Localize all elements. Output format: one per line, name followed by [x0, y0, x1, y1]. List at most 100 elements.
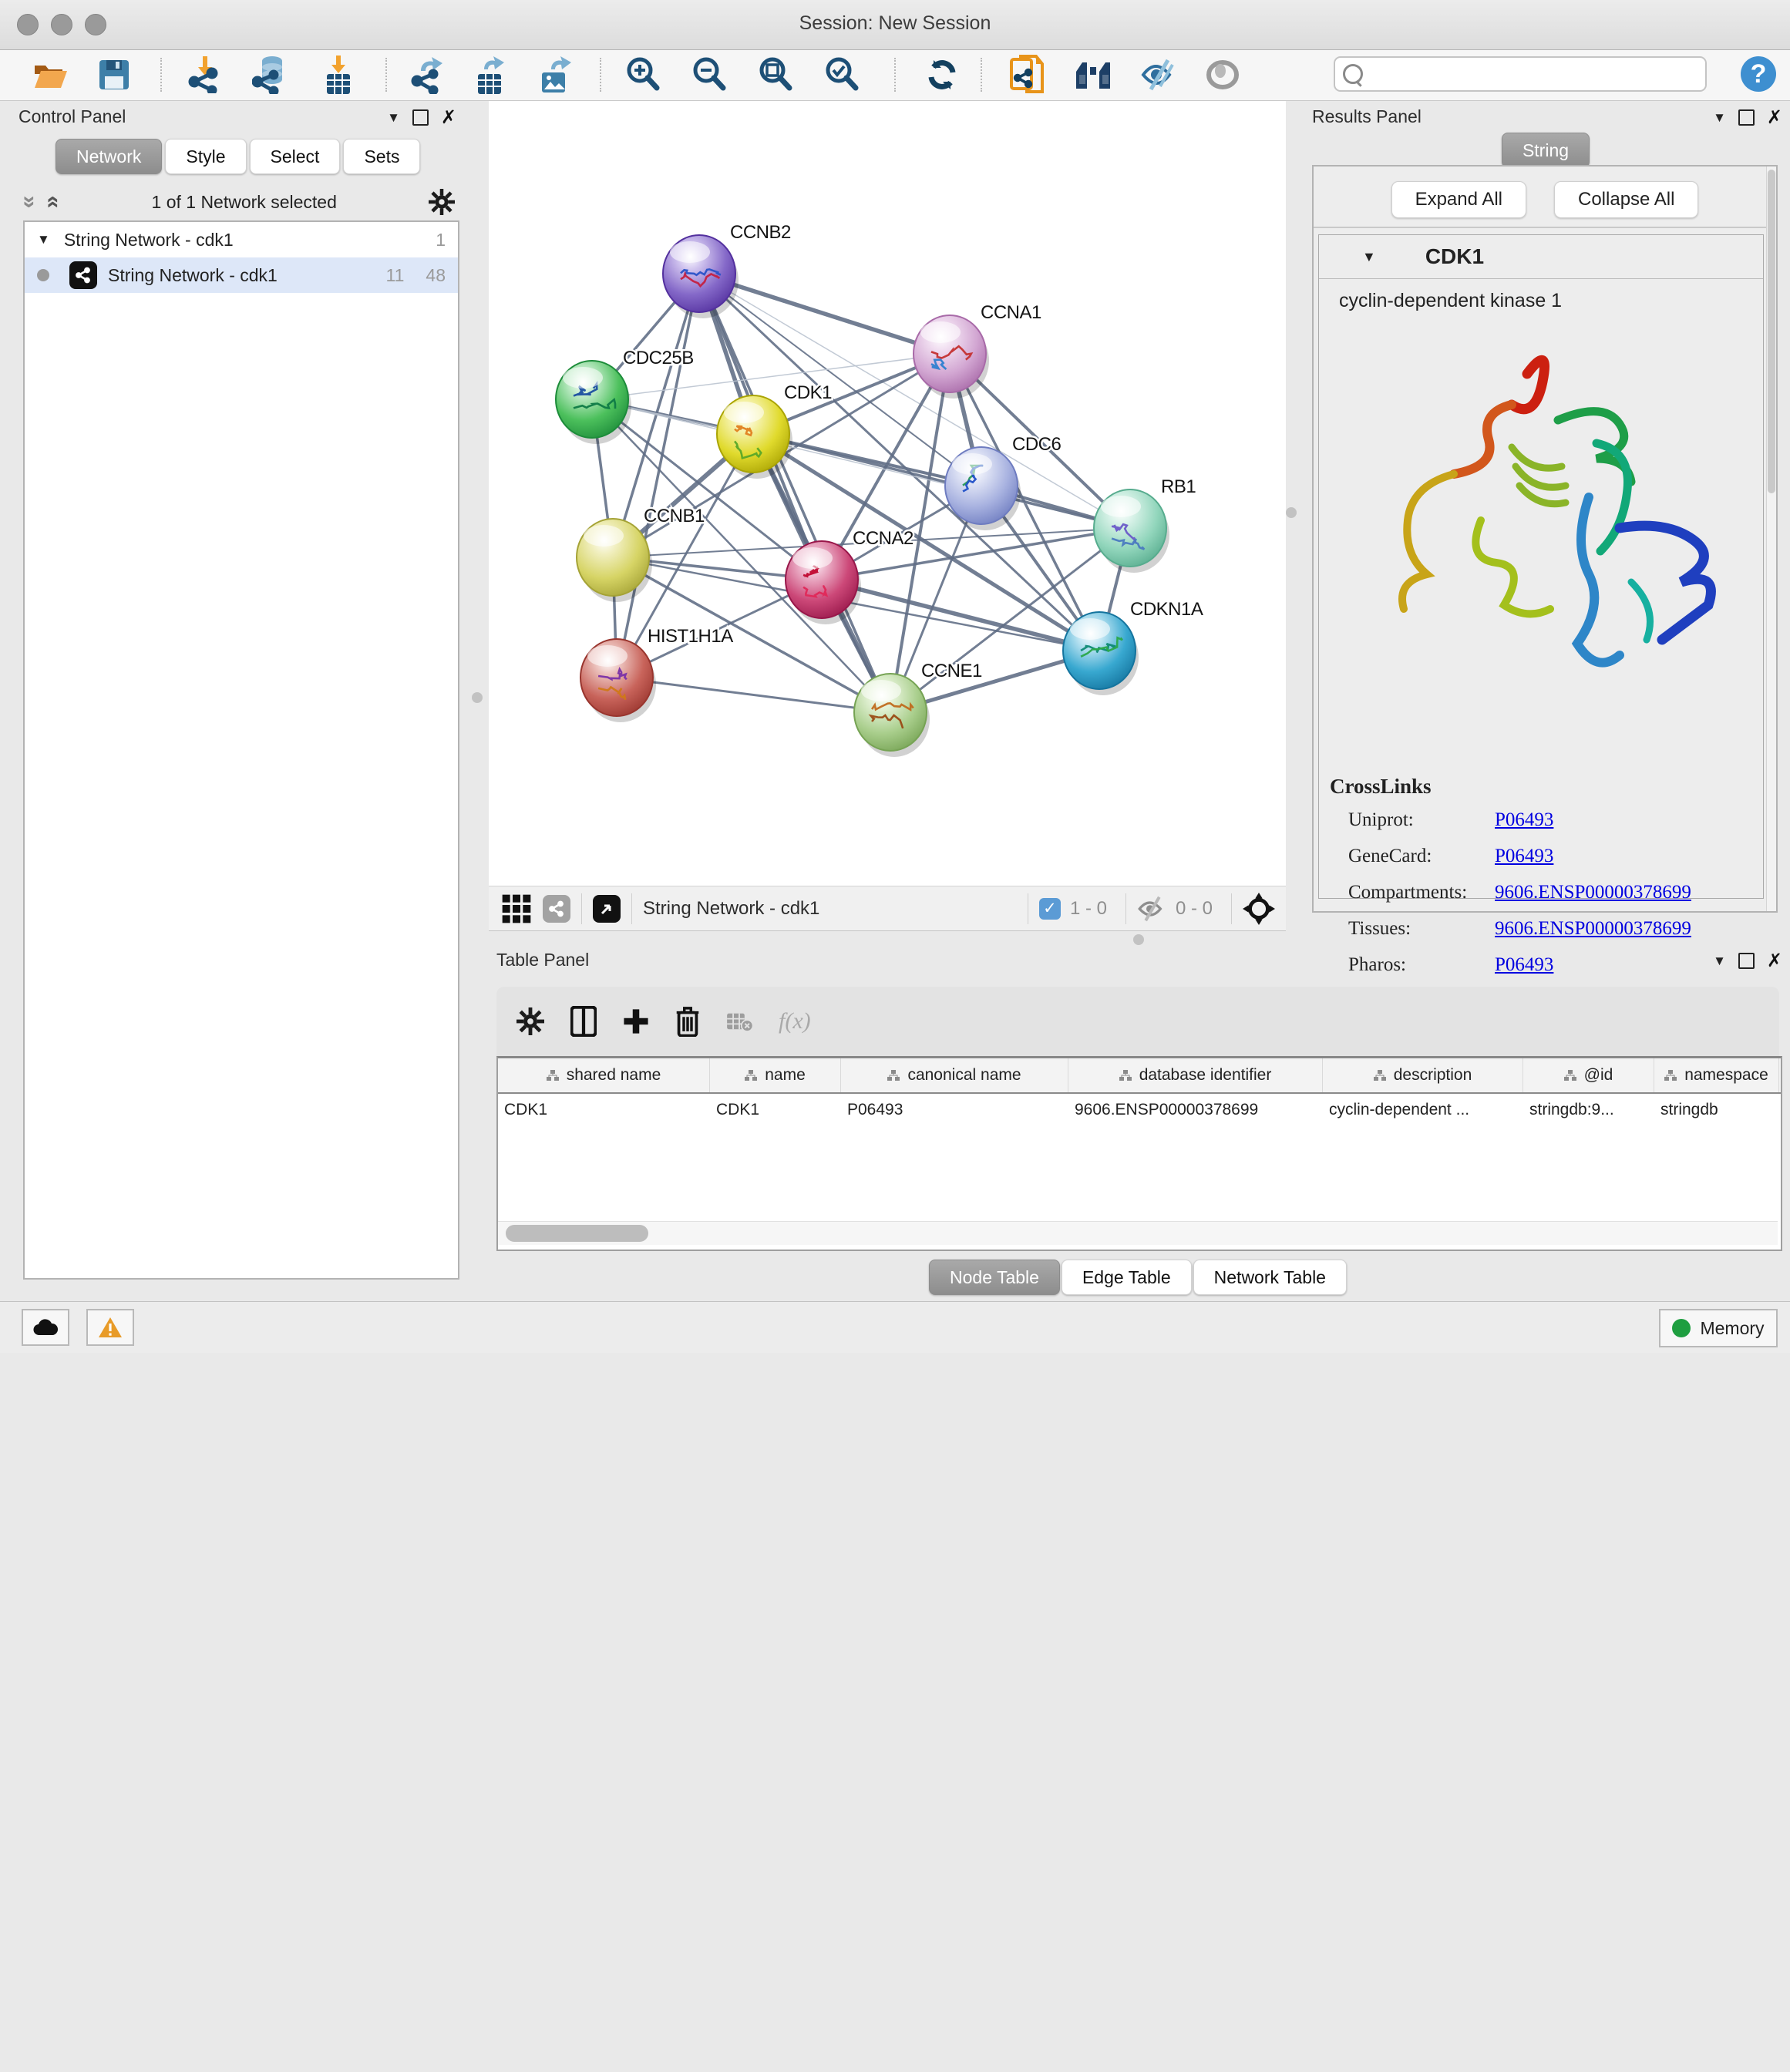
column-header-description[interactable]: description — [1323, 1058, 1523, 1092]
zoom-selected-button[interactable] — [822, 55, 862, 95]
maximize-table-icon[interactable] — [1738, 953, 1755, 969]
table-cell[interactable]: 9606.ENSP00000378699 — [1068, 1101, 1323, 1119]
node-CCNB2[interactable]: CCNB2 — [663, 222, 791, 318]
table-cell[interactable]: stringdb:9... — [1523, 1101, 1654, 1119]
hide-selected-button[interactable] — [1139, 55, 1179, 95]
refresh-view-button[interactable] — [922, 55, 962, 95]
node-RB1[interactable]: RB1 — [1094, 476, 1196, 573]
close-panel-icon[interactable]: ✗ — [441, 106, 456, 129]
tab-network[interactable]: Network — [56, 139, 162, 174]
import-network-file-button[interactable] — [185, 55, 225, 95]
table-cell[interactable]: CDK1 — [710, 1101, 841, 1119]
table-scrollbar-thumb[interactable] — [506, 1225, 648, 1242]
tab-select[interactable]: Select — [250, 139, 341, 174]
gene-section-header[interactable]: ▼ CDK1 — [1319, 235, 1763, 279]
import-table-file-button[interactable] — [318, 55, 358, 95]
node-CDKN1A[interactable]: CDKN1A — [1063, 599, 1203, 695]
tab-edge-table[interactable]: Edge Table — [1062, 1260, 1192, 1295]
selected-checkbox-icon[interactable]: ✓ — [1039, 898, 1061, 920]
column-header-database-identifier[interactable]: database identifier — [1068, 1058, 1323, 1092]
birdseye-toggle-icon[interactable] — [593, 895, 621, 923]
toolbar-search[interactable] — [1334, 56, 1707, 92]
node-HIST1H1A[interactable]: HIST1H1A — [580, 626, 733, 722]
float-table-icon[interactable]: ▼ — [1713, 954, 1726, 969]
table-cell[interactable]: stringdb — [1654, 1101, 1779, 1119]
close-results-icon[interactable]: ✗ — [1767, 106, 1782, 129]
network-row[interactable]: String Network - cdk1 11 48 — [25, 257, 458, 293]
tab-node-table[interactable]: Node Table — [929, 1260, 1060, 1295]
crosslink-link[interactable]: 9606.ENSP00000378699 — [1495, 882, 1691, 903]
edge-CCNB2-HIST1H1A[interactable] — [617, 274, 699, 678]
tab-style[interactable]: Style — [165, 139, 246, 174]
network-options-gear-icon[interactable] — [429, 189, 455, 215]
table-cell[interactable]: cyclin-dependent ... — [1323, 1101, 1523, 1119]
export-network-button[interactable] — [409, 55, 449, 95]
column-header-@id[interactable]: @id — [1523, 1058, 1654, 1092]
collapse-all-button[interactable]: Collapse All — [1554, 181, 1698, 218]
bottom-splitter-handle[interactable] — [1133, 934, 1144, 945]
tab-string[interactable]: String — [1502, 133, 1590, 168]
crosslink-link[interactable]: P06493 — [1495, 846, 1553, 867]
cloud-status-button[interactable] — [22, 1309, 69, 1346]
search-input[interactable] — [1363, 63, 1690, 85]
table-cell[interactable]: CDK1 — [498, 1101, 710, 1119]
tab-sets[interactable]: Sets — [343, 139, 420, 174]
import-network-database-button[interactable] — [251, 55, 291, 95]
birdseye-overview-button[interactable] — [1073, 55, 1113, 95]
table-cell[interactable]: P06493 — [841, 1101, 1068, 1119]
network-collection-row[interactable]: ▼ String Network - cdk1 1 — [25, 222, 458, 257]
create-column-plus-icon[interactable] — [623, 1008, 649, 1034]
expand-all-networks-icon[interactable]: « — [40, 196, 66, 209]
column-header-namespace[interactable]: namespace — [1654, 1058, 1779, 1092]
network-canvas[interactable]: CCNB2CCNA1CDC25BCDK1CDC6RB1CCNB1CCNA2CDK… — [489, 101, 1286, 886]
show-all-button[interactable] — [1203, 55, 1243, 95]
column-header-name[interactable]: name — [710, 1058, 841, 1092]
edge-CDK1-RB1[interactable] — [753, 434, 1130, 528]
warnings-button[interactable] — [86, 1309, 134, 1346]
table-options-gear-icon[interactable] — [516, 1007, 544, 1035]
save-icon — [99, 59, 130, 90]
zoom-out-button[interactable] — [689, 55, 729, 95]
crosslink-row: Compartments:9606.ENSP00000378699 — [1330, 882, 1752, 903]
open-session-button[interactable] — [31, 55, 71, 95]
save-session-button[interactable] — [94, 55, 134, 95]
memory-button[interactable]: Memory — [1659, 1309, 1778, 1347]
gene-caret-icon[interactable]: ▼ — [1362, 249, 1376, 265]
clone-network-button[interactable] — [1007, 55, 1047, 95]
delete-column-trash-icon[interactable] — [675, 1006, 700, 1037]
node-CCNA1[interactable]: CCNA1 — [914, 302, 1041, 399]
maximize-results-icon[interactable] — [1738, 109, 1755, 126]
fit-content-crosshair-icon[interactable] — [1243, 893, 1275, 925]
help-button[interactable]: ? — [1741, 56, 1776, 92]
left-splitter-handle[interactable] — [472, 692, 483, 703]
results-scrollbar[interactable] — [1766, 166, 1776, 911]
zoom-in-button[interactable] — [623, 55, 663, 95]
float-results-icon[interactable]: ▼ — [1713, 110, 1726, 126]
network-graph[interactable]: CCNB2CCNA1CDC25BCDK1CDC6RB1CCNB1CCNA2CDK… — [489, 101, 1286, 886]
right-splitter-handle[interactable] — [1286, 507, 1297, 518]
import-database-icon — [252, 56, 289, 94]
expand-all-button[interactable]: Expand All — [1391, 181, 1526, 218]
table-row[interactable]: CDK1CDK1P064939606.ENSP00000378699cyclin… — [498, 1094, 1781, 1126]
float-panel-icon[interactable]: ▼ — [387, 110, 400, 126]
export-table-button[interactable] — [472, 55, 512, 95]
zoom-fit-button[interactable] — [755, 55, 796, 95]
show-columns-icon[interactable] — [570, 1006, 597, 1037]
collection-caret-icon[interactable]: ▼ — [37, 232, 50, 247]
column-header-shared-name[interactable]: shared name — [498, 1058, 710, 1092]
node-CDC6[interactable]: CDC6 — [945, 434, 1061, 530]
grid-view-icon[interactable] — [501, 893, 532, 924]
close-table-icon[interactable]: ✗ — [1767, 950, 1782, 972]
export-image-button[interactable] — [536, 55, 576, 95]
crosslink-link[interactable]: P06493 — [1495, 809, 1553, 831]
maximize-panel-icon[interactable] — [412, 109, 429, 126]
column-header-canonical-name[interactable]: canonical name — [841, 1058, 1068, 1092]
table-horizontal-scrollbar[interactable] — [498, 1221, 1778, 1245]
edge-HIST1H1A-CCNE1[interactable] — [617, 678, 890, 712]
network-view-type-icon[interactable] — [543, 895, 570, 923]
node-CDK1[interactable]: CDK1 — [717, 382, 832, 479]
crosslink-link[interactable]: 9606.ENSP00000378699 — [1495, 918, 1691, 940]
collapse-all-networks-icon[interactable]: » — [16, 196, 42, 209]
results-scrollbar-thumb[interactable] — [1768, 170, 1775, 493]
tab-network-table[interactable]: Network Table — [1193, 1260, 1347, 1295]
